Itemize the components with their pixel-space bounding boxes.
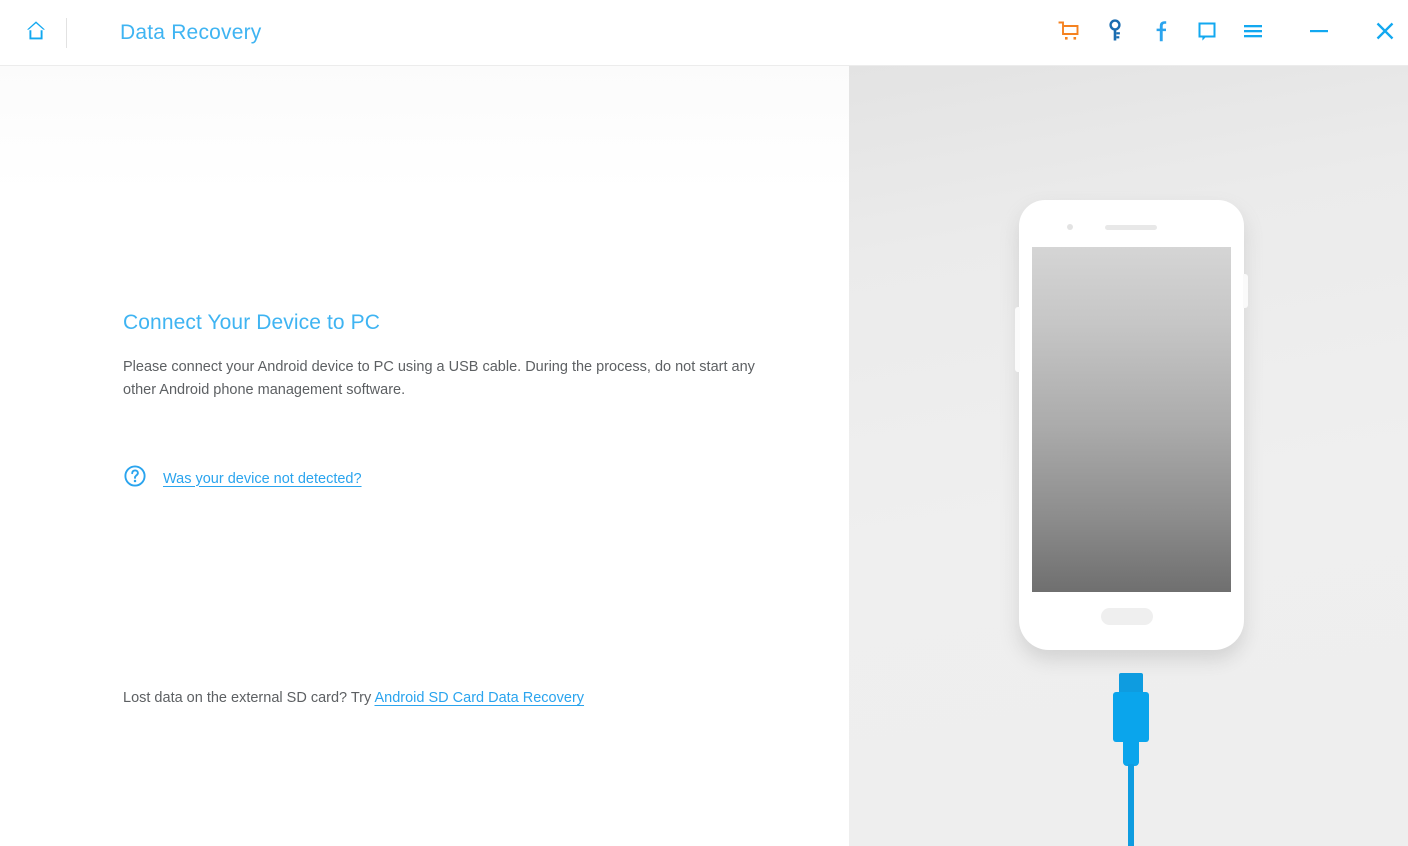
feedback-button[interactable]	[1184, 0, 1230, 66]
cart-button[interactable]	[1046, 0, 1092, 66]
usb-connector-body	[1113, 692, 1149, 742]
home-icon	[24, 18, 48, 47]
phone-speaker-grille	[1105, 225, 1157, 230]
menu-icon	[1241, 21, 1265, 46]
application-window: Data Recovery Connect Your Device to PC …	[0, 0, 1408, 846]
usb-cable-wire	[1128, 764, 1134, 846]
phone-side-button-right	[1243, 274, 1248, 308]
close-button[interactable]	[1362, 0, 1408, 66]
phone-side-button-left	[1015, 307, 1020, 372]
instruction-text: Please connect your Android device to PC…	[123, 359, 755, 398]
home-button[interactable]	[12, 0, 60, 66]
phone-home-button	[1101, 608, 1153, 625]
content-pane: Connect Your Device to PC Please connect…	[0, 66, 849, 846]
title-bar: Data Recovery	[0, 0, 1408, 66]
facebook-button[interactable]	[1138, 0, 1184, 66]
device-not-detected-link[interactable]: Was your device not detected?	[163, 471, 362, 487]
usb-connector-neck	[1123, 740, 1139, 766]
device-not-detected-row[interactable]: Was your device not detected?	[123, 464, 362, 493]
minimize-icon	[1308, 23, 1330, 44]
phone-screen	[1032, 247, 1231, 592]
key-icon	[1104, 18, 1126, 49]
facebook-icon	[1151, 18, 1171, 49]
sd-card-recovery-link[interactable]: Android SD Card Data Recovery	[374, 690, 584, 706]
close-icon	[1373, 19, 1397, 48]
cart-icon	[1056, 19, 1082, 48]
page-title: Data Recovery	[120, 20, 262, 44]
android-phone-illustration	[1015, 200, 1248, 650]
minimize-button[interactable]	[1296, 0, 1342, 66]
sd-card-note-text: Lost data on the external SD card? Try	[123, 690, 375, 706]
menu-button[interactable]	[1230, 0, 1276, 66]
register-key-button[interactable]	[1092, 0, 1138, 66]
question-circle-icon	[123, 464, 147, 493]
phone-camera-dot	[1067, 224, 1073, 230]
section-heading: Connect Your Device to PC	[123, 311, 380, 334]
window-controls	[1046, 0, 1408, 66]
illustration-pane	[849, 66, 1408, 846]
sd-card-note: Lost data on the external SD card? Try A…	[123, 690, 584, 706]
chat-icon	[1195, 19, 1219, 48]
titlebar-divider	[66, 17, 67, 48]
